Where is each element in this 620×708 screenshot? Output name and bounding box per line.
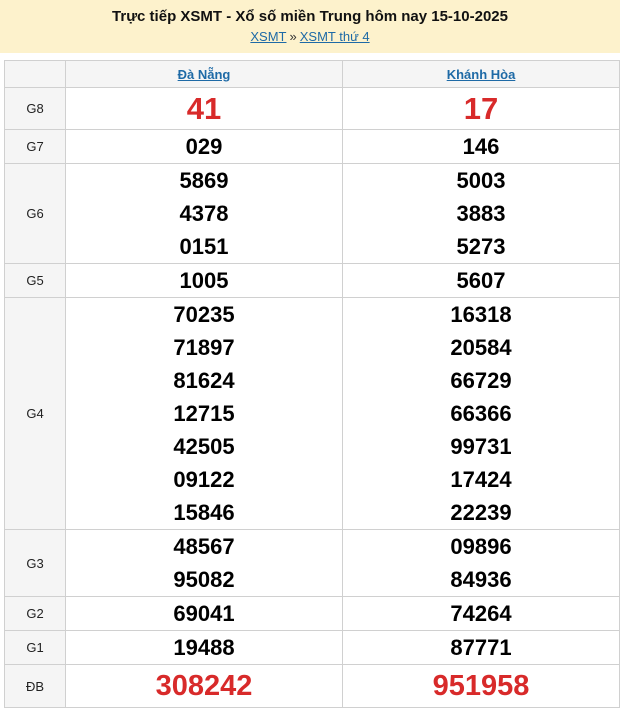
result-cell-db-da-nang: 308242 [65,664,343,708]
result-number: 308242 [155,670,253,702]
prize-label-db: ĐB [4,664,66,708]
result-cell-g1-da-nang: 19488 [65,630,343,665]
prize-label-g6: G6 [4,163,66,264]
prize-label-g2: G2 [4,596,66,631]
breadcrumb: XSMT» XSMT thứ 4 [0,29,620,45]
result-number: 5607 [456,268,506,293]
result-cell-g4-da-nang: 70235 71897 81624 12715 42505 09122 15846 [65,297,343,530]
result-cell-g1-khanh-hoa: 87771 [342,630,620,665]
result-number: 029 [185,134,223,159]
result-number: 4378 [179,201,229,226]
results-table: Đà Nẵng Khánh Hòa G8 41 17 G7 029 146 G6 5869 43… [4,60,620,708]
result-cell-g7-da-nang: 029 [65,129,343,164]
table-row: ĐB 308242 951958 [4,664,620,708]
result-number: 42505 [173,434,235,459]
prize-label-g7: G7 [4,129,66,164]
result-number: 99731 [450,434,512,459]
table-header-row: Đà Nẵng Khánh Hòa [4,60,620,88]
result-number: 41 [186,91,222,126]
result-cell-g8-khanh-hoa: 17 [342,87,620,130]
result-number: 84936 [450,567,512,592]
result-number: 5003 [456,168,506,193]
result-number: 74264 [450,601,512,626]
table-row: G2 69041 74264 [4,596,620,631]
result-number: 95082 [173,567,235,592]
result-number: 81624 [173,368,235,393]
result-number: 5273 [456,234,506,259]
result-number: 09122 [173,467,235,492]
result-number: 48567 [173,534,235,559]
prize-label-g5: G5 [4,263,66,298]
breadcrumb-separator: » [289,29,297,44]
prize-label-g8: G8 [4,87,66,130]
result-number: 1005 [179,268,229,293]
table-row: G8 41 17 [4,87,620,130]
result-cell-g6-khanh-hoa: 5003 3883 5273 [342,163,620,264]
table-row: G4 70235 71897 81624 12715 42505 09122 15846 163… [4,297,620,530]
result-number: 71897 [173,335,235,360]
result-number: 66729 [450,368,512,393]
result-number: 17 [463,91,499,126]
result-cell-db-khanh-hoa: 951958 [342,664,620,708]
result-number: 66366 [450,401,512,426]
table-row: G5 1005 5607 [4,263,620,298]
table-row: G6 5869 4378 0151 5003 3883 5273 [4,163,620,264]
result-cell-g4-khanh-hoa: 16318 20584 66729 66366 99731 17424 22239 [342,297,620,530]
result-number: 0151 [179,234,229,259]
result-number: 3883 [456,201,506,226]
province-link-da-nang[interactable]: Đà Nẵng [178,67,231,82]
page-title: Trực tiếp XSMT - Xổ số miền Trung hôm na… [112,8,508,25]
prize-label-g3: G3 [4,529,66,597]
page-header: Trực tiếp XSMT - Xổ số miền Trung hôm na… [0,0,620,53]
result-cell-g6-da-nang: 5869 4378 0151 [65,163,343,264]
result-number: 951958 [432,670,530,702]
prize-label-g1: G1 [4,630,66,665]
result-number: 22239 [450,500,512,525]
result-cell-g8-da-nang: 41 [65,87,343,130]
prize-label-g4: G4 [4,297,66,530]
result-number: 19488 [173,635,235,660]
result-number: 20584 [450,335,512,360]
province-header-khanh-hoa: Khánh Hòa [342,60,620,88]
result-cell-g2-khanh-hoa: 74264 [342,596,620,631]
result-cell-g7-khanh-hoa: 146 [342,129,620,164]
result-number: 70235 [173,302,235,327]
result-cell-g5-da-nang: 1005 [65,263,343,298]
result-number: 146 [462,134,500,159]
result-number: 69041 [173,601,235,626]
corner-cell [4,60,66,88]
table-row: G7 029 146 [4,129,620,164]
table-row: G3 48567 95082 09896 84936 [4,529,620,597]
breadcrumb-link-xsmt-thu-4[interactable]: XSMT thứ 4 [300,29,370,44]
province-header-da-nang: Đà Nẵng [65,60,343,88]
result-number: 12715 [173,401,235,426]
breadcrumb-link-xsmt[interactable]: XSMT [250,29,286,44]
result-number: 15846 [173,500,235,525]
result-cell-g5-khanh-hoa: 5607 [342,263,620,298]
table-row: G1 19488 87771 [4,630,620,665]
result-number: 09896 [450,534,512,559]
result-cell-g2-da-nang: 69041 [65,596,343,631]
result-number: 17424 [450,467,512,492]
province-link-khanh-hoa[interactable]: Khánh Hòa [447,67,516,82]
result-cell-g3-khanh-hoa: 09896 84936 [342,529,620,597]
result-cell-g3-da-nang: 48567 95082 [65,529,343,597]
result-number: 87771 [450,635,512,660]
result-number: 5869 [179,168,229,193]
result-number: 16318 [450,302,512,327]
